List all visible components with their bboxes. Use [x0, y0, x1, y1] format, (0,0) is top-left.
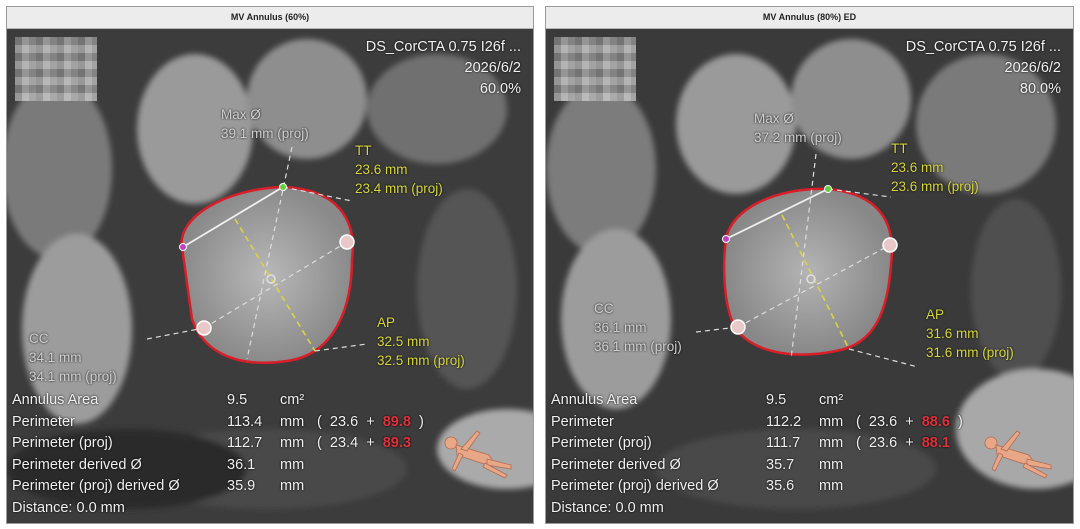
- series-name: DS_CorCTA 0.75 I26f ...: [365, 39, 521, 55]
- tt-end-handle: [824, 185, 832, 193]
- ct-viewport[interactable]: DS_CorCTA 0.75 I26f ... 2026/6/2 80.0% M…: [546, 29, 1073, 523]
- cc-label: CC 36.1 mm 36.1 mm (proj): [594, 301, 682, 354]
- tt-start-handle: [179, 243, 187, 251]
- cardiac-phase: 80.0%: [1019, 81, 1061, 97]
- viewer-panel-left[interactable]: MV Annulus (60%) DS_CorCTA 0.75 I26f ...…: [6, 6, 534, 524]
- tt-label: TT 23.6 mm 23.4 mm (proj): [355, 143, 443, 196]
- study-date: 2026/6/2: [1004, 60, 1061, 76]
- max-diameter-label: Max Ø 39.1 mm (proj): [221, 107, 309, 141]
- cc-handle-right: [882, 237, 898, 253]
- cc-handle-left: [730, 319, 746, 335]
- ct-viewport[interactable]: DS_CorCTA 0.75 I26f ... 2026/6/2 60.0% M…: [7, 29, 533, 523]
- cc-handle-right: [339, 234, 355, 250]
- tt-label: TT 23.6 mm 23.6 mm (proj): [891, 141, 979, 194]
- series-info: DS_CorCTA 0.75 I26f ... 2026/6/2 80.0%: [906, 37, 1061, 100]
- max-diameter-label: Max Ø 37.2 mm (proj): [754, 111, 842, 145]
- cardiac-phase: 60.0%: [479, 81, 521, 97]
- study-date: 2026/6/2: [464, 60, 521, 76]
- anonymized-patient-blur: [554, 37, 636, 101]
- tt-end-handle: [279, 183, 287, 191]
- tt-start-handle: [722, 235, 730, 243]
- anonymized-patient-blur: [15, 37, 97, 101]
- series-name: DS_CorCTA 0.75 I26f ...: [905, 39, 1061, 55]
- cc-handle-left: [196, 320, 212, 336]
- patient-orientation-figure-icon: [984, 430, 1052, 479]
- patient-orientation-figure-icon: [444, 430, 512, 479]
- cc-label: CC 34.1 mm 34.1 mm (proj): [29, 331, 117, 384]
- ap-label: AP 31.6 mm 31.6 mm (proj): [926, 307, 1014, 360]
- panel-title: MV Annulus (80%) ED: [546, 7, 1073, 29]
- ap-label: AP 32.5 mm 32.5 mm (proj): [377, 315, 465, 368]
- series-info: DS_CorCTA 0.75 I26f ... 2026/6/2 60.0%: [366, 37, 521, 100]
- viewer-panel-right[interactable]: MV Annulus (80%) ED DS_CorCTA 0.75 I26f …: [545, 6, 1074, 524]
- panel-title: MV Annulus (60%): [7, 7, 533, 29]
